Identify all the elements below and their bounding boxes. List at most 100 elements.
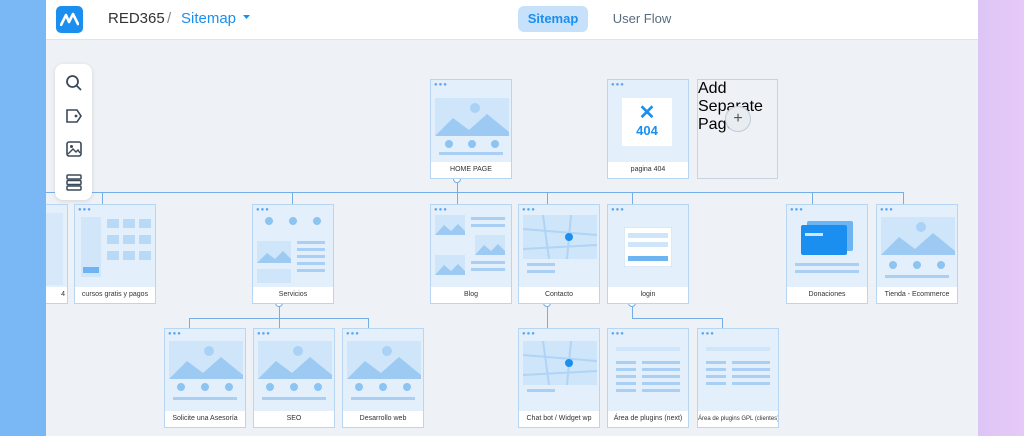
app-logo[interactable] bbox=[56, 6, 83, 33]
app-window: RED365 / Sitemap Sitemap User Flow ●●● H… bbox=[46, 0, 978, 436]
text-lines bbox=[616, 347, 680, 355]
page-card-label: Desarrollo web bbox=[343, 411, 423, 427]
page-card-label: cursos gratis y pagos bbox=[75, 287, 155, 303]
page-card-servicios[interactable]: ●●● Servicios bbox=[252, 204, 334, 304]
card-dots: ●●● bbox=[790, 207, 804, 213]
layers-icon[interactable] bbox=[65, 173, 83, 191]
feature-icon bbox=[225, 383, 233, 391]
card-dots: ●●● bbox=[168, 331, 182, 337]
card-dots: ●●● bbox=[611, 82, 625, 88]
feature-icon bbox=[355, 383, 363, 391]
image-icon[interactable] bbox=[65, 140, 83, 158]
feature-icon bbox=[201, 383, 209, 391]
tab-user-flow[interactable]: User Flow bbox=[602, 6, 682, 32]
page-card-chatbot[interactable]: ●●● Chat bot / Widget wp bbox=[518, 328, 600, 428]
tab-sitemap[interactable]: Sitemap bbox=[518, 6, 588, 32]
page-card-label: SEO bbox=[254, 411, 334, 427]
card-dots: ●●● bbox=[522, 331, 536, 337]
project-name[interactable]: RED365 bbox=[108, 10, 165, 27]
text-lines bbox=[642, 361, 680, 396]
page-card-label: Tienda - Ecommerce bbox=[877, 287, 957, 303]
plus-icon[interactable]: + bbox=[725, 106, 751, 132]
text-lines bbox=[351, 397, 415, 404]
hero-image-icon bbox=[258, 341, 332, 379]
chevron-down-icon[interactable] bbox=[242, 14, 251, 20]
logo-icon bbox=[60, 12, 79, 26]
card-preview bbox=[46, 213, 63, 285]
connector-line bbox=[547, 192, 548, 204]
text-lines bbox=[706, 361, 726, 389]
text-lines bbox=[471, 217, 505, 231]
map-icon bbox=[523, 215, 597, 259]
connector-line bbox=[722, 318, 723, 328]
connector-line bbox=[189, 318, 190, 328]
connector-line bbox=[812, 192, 813, 204]
card-dots: ●●● bbox=[256, 207, 270, 213]
page-card-tienda[interactable]: ●●● Tienda - Ecommerce bbox=[876, 204, 958, 304]
page-card-blog[interactable]: ●●● Blog bbox=[430, 204, 512, 304]
text-lines bbox=[439, 152, 503, 159]
page-card-cursos[interactable]: ●●● cursos gratis y pagos bbox=[74, 204, 156, 304]
feature-icon bbox=[937, 261, 945, 269]
connector-line bbox=[102, 192, 103, 204]
hero-image-icon bbox=[435, 98, 509, 136]
add-separate-page-card[interactable]: + Add Separate Page bbox=[697, 79, 778, 179]
page-card-contacto[interactable]: ●●● Contacto bbox=[518, 204, 600, 304]
page-card-label: Área de plugins GPL (clientes) bbox=[698, 411, 778, 427]
connector-line bbox=[632, 192, 633, 204]
search-icon[interactable] bbox=[65, 74, 83, 92]
connector-line bbox=[457, 192, 458, 204]
connector-line bbox=[292, 192, 293, 204]
page-card-label: login bbox=[608, 287, 688, 303]
connector-line bbox=[903, 192, 904, 204]
section-selector[interactable]: Sitemap bbox=[181, 10, 236, 27]
text-lines bbox=[262, 397, 326, 404]
card-dots: ●●● bbox=[701, 331, 715, 337]
connector-line bbox=[632, 318, 723, 319]
page-card-desarrollo[interactable]: ●●● Desarrollo web bbox=[342, 328, 424, 428]
card-dots: ●●● bbox=[880, 207, 894, 213]
page-card-404[interactable]: ●●● ✕ 404 pagina 404 bbox=[607, 79, 689, 179]
page-card-login[interactable]: ●●● login bbox=[607, 204, 689, 304]
image-icon bbox=[257, 269, 291, 283]
card-dots: ●●● bbox=[522, 207, 536, 213]
page-card-label: Solicite una Asesoría bbox=[165, 411, 245, 427]
feature-icon bbox=[889, 261, 897, 269]
close-icon: ✕ bbox=[638, 102, 656, 124]
page-card-plugins-gpl[interactable]: ●●● Área de plugins GPL (clientes) bbox=[697, 328, 779, 428]
page-card-label: Donaciones bbox=[787, 287, 867, 303]
feature-icon bbox=[913, 261, 921, 269]
card-dots: ●●● bbox=[434, 207, 448, 213]
feature-icon bbox=[313, 217, 321, 225]
map-icon bbox=[523, 341, 597, 385]
text-lines bbox=[706, 347, 770, 355]
feature-icon bbox=[445, 140, 453, 148]
page-card-label: Servicios bbox=[253, 287, 333, 303]
feature-icon bbox=[290, 383, 298, 391]
feature-icon bbox=[177, 383, 185, 391]
text-lines bbox=[527, 263, 555, 277]
image-icon bbox=[435, 215, 465, 235]
connector-line bbox=[46, 192, 904, 193]
card-dots: ●●● bbox=[434, 82, 448, 88]
text-lines bbox=[471, 261, 505, 275]
feature-icon bbox=[468, 140, 476, 148]
page-card-donaciones[interactable]: ●●● Donaciones bbox=[786, 204, 868, 304]
card-dots: ●●● bbox=[346, 331, 360, 337]
text-lines bbox=[885, 275, 949, 282]
feature-icon bbox=[266, 383, 274, 391]
card-dots: ●●● bbox=[611, 331, 625, 337]
page-card-label: Chat bot / Widget wp bbox=[519, 411, 599, 427]
page-card-seo[interactable]: ●●● SEO bbox=[253, 328, 335, 428]
feature-icon bbox=[491, 140, 499, 148]
feature-icon bbox=[403, 383, 411, 391]
text-lines bbox=[173, 397, 237, 404]
tag-icon[interactable] bbox=[65, 107, 83, 125]
page-card-label: 4 bbox=[46, 287, 67, 303]
page-card-partial[interactable]: 4 bbox=[46, 204, 68, 304]
page-card-asesoria[interactable]: ●●● Solicite una Asesoría bbox=[164, 328, 246, 428]
page-card-label: Área de plugins (next) bbox=[608, 411, 688, 427]
page-card-home[interactable]: ●●● HOME PAGE bbox=[430, 79, 512, 179]
page-card-plugins-next[interactable]: ●●● Área de plugins (next) bbox=[607, 328, 689, 428]
feature-icon bbox=[265, 217, 273, 225]
